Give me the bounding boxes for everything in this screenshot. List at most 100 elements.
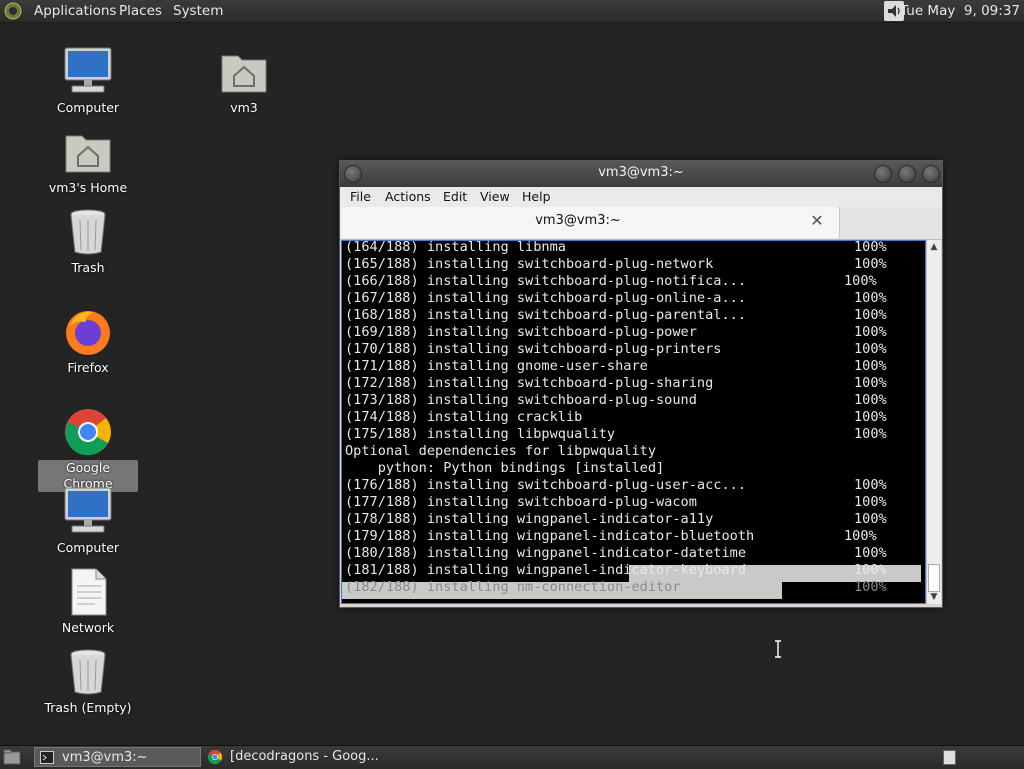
terminal-line: (175/188) installing libpwquality 100%: [345, 426, 887, 443]
window-titlebar[interactable]: vm3@vm3:~: [340, 161, 942, 187]
menu-applications[interactable]: Applications: [34, 2, 116, 20]
desktop-icon-label: Trash (Empty): [44, 700, 132, 715]
scrollbar-thumb[interactable]: [928, 564, 940, 592]
menu-file[interactable]: File: [350, 189, 371, 205]
show-desktop-icon[interactable]: [3, 749, 21, 765]
terminal-line-percent: 100%: [844, 528, 877, 544]
menu-view[interactable]: View: [480, 189, 510, 205]
menu-places[interactable]: Places: [119, 2, 162, 20]
desktop-icon-label: vm3's Home: [48, 180, 128, 195]
close-icon[interactable]: [922, 165, 940, 183]
terminal-line-text: Optional dependencies for libpwquality: [345, 443, 656, 459]
terminal-scrollbar[interactable]: ▲ ▼: [926, 240, 941, 604]
terminal-line-text: (166/188) installing switchboard-plug-no…: [345, 273, 747, 289]
terminal-line-text: (182/188) installing nm-connection-edito…: [345, 579, 681, 595]
bottom-panel: vm3@vm3:~ [decodragons - Goog...: [0, 745, 1024, 769]
task-chrome[interactable]: [decodragons - Goog...: [204, 747, 384, 767]
terminal-line: (169/188) installing switchboard-plug-po…: [345, 324, 887, 341]
terminal-line-percent: 100%: [854, 240, 887, 255]
desktop-icon-trash-empty[interactable]: Trash (Empty): [38, 646, 138, 716]
desktop-icon-label: Computer: [56, 540, 120, 555]
trash-icon: [70, 649, 106, 695]
terminal-line-text: (179/188) installing wingpanel-indicator…: [345, 528, 755, 544]
terminal-line-text: (165/188) installing switchboard-plug-ne…: [345, 256, 714, 272]
terminal-line-text: (180/188) installing wingpanel-indicator…: [345, 545, 747, 561]
chrome-icon: [65, 409, 111, 456]
terminal-icon: [40, 751, 54, 764]
terminal-line: (178/188) installing wingpanel-indicator…: [345, 511, 887, 528]
terminal-line-percent: 100%: [854, 375, 887, 391]
menu-actions[interactable]: Actions: [385, 189, 431, 205]
top-panel: Applications Places System Tue May 9, 09…: [0, 0, 1024, 23]
computer-icon: [64, 47, 112, 93]
terminal-line-percent: 100%: [854, 307, 887, 323]
terminal-line-text: (181/188) installing wingpanel-indicator…: [345, 562, 747, 578]
terminal-line-percent: 100%: [854, 545, 887, 561]
home-folder-icon: [221, 55, 267, 93]
terminal-line: (167/188) installing switchboard-plug-on…: [345, 290, 887, 307]
computer-icon: [64, 487, 112, 533]
scroll-down-icon[interactable]: ▼: [929, 592, 939, 602]
menu-help[interactable]: Help: [522, 189, 551, 205]
firefox-icon: [66, 311, 110, 355]
scroll-up-icon[interactable]: ▲: [929, 242, 939, 252]
terminal-line: (164/188) installing libnma 100%: [345, 241, 887, 256]
terminal-line: (168/188) installing switchboard-plug-pa…: [345, 307, 887, 324]
terminal-line-percent: 100%: [854, 324, 887, 340]
terminal-line: (171/188) installing gnome-user-share 100…: [345, 358, 887, 375]
tab-terminal[interactable]: vm3@vm3:~ ✕: [341, 207, 840, 238]
terminal-line: (174/188) installing cracklib 100%: [345, 409, 887, 426]
terminal-line: (176/188) installing switchboard-plug-us…: [345, 477, 887, 494]
desktop-icon-network[interactable]: Network: [38, 566, 138, 636]
terminal-line-percent: 100%: [854, 562, 887, 578]
window-menu-icon[interactable]: [344, 165, 362, 183]
terminal-line: (181/188) installing wingpanel-indicator…: [345, 562, 887, 579]
terminal-line-percent: 100%: [854, 358, 887, 374]
task-label: [decodragons - Goog...: [230, 749, 379, 764]
terminal-line-percent: 100%: [854, 426, 887, 442]
task-terminal[interactable]: vm3@vm3:~: [34, 747, 201, 767]
terminal-output[interactable]: (164/188) installing libnma 100% (165/188)…: [341, 240, 926, 604]
desktop-icon-home[interactable]: vm3's Home: [38, 126, 138, 196]
text-cursor-icon: [775, 640, 781, 658]
desktop-icon-label: Network: [61, 620, 115, 635]
terminal-line: (165/188) installing switchboard-plug-ne…: [345, 256, 887, 273]
terminal-line: python: Python bindings [installed]: [345, 460, 664, 477]
terminal-line-percent: 100%: [854, 477, 887, 493]
terminal-line: (166/188) installing switchboard-plug-no…: [345, 273, 877, 290]
terminal-window: vm3@vm3:~ File Actions Edit View Help vm…: [339, 160, 943, 608]
terminal-line: (180/188) installing wingpanel-indicator…: [345, 545, 887, 562]
desktop-icon-computer[interactable]: Computer: [38, 46, 138, 116]
desktop-icon-computer-2[interactable]: Computer: [38, 486, 138, 556]
desktop-icon-firefox[interactable]: Firefox: [38, 306, 138, 376]
menu-system[interactable]: System: [173, 2, 223, 20]
terminal-line-text: (175/188) installing libpwquality: [345, 426, 616, 442]
menu-edit[interactable]: Edit: [443, 189, 467, 205]
terminal-line-text: (169/188) installing switchboard-plug-po…: [345, 324, 697, 340]
terminal-line-text: (168/188) installing switchboard-plug-pa…: [345, 307, 747, 323]
tab-close-icon[interactable]: ✕: [809, 213, 825, 229]
desktop-icon-label: vm3: [230, 100, 258, 115]
maximize-icon[interactable]: [898, 165, 916, 183]
desktop-icon-vm3[interactable]: vm3: [194, 46, 294, 116]
terminal-line-text: python: Python bindings [installed]: [345, 460, 665, 476]
terminal-line: (173/188) installing switchboard-plug-so…: [345, 392, 887, 409]
terminal-line: (172/188) installing switchboard-plug-sh…: [345, 375, 887, 392]
terminal-line-text: (178/188) installing wingpanel-indicator…: [345, 511, 714, 527]
window-title: vm3@vm3:~: [598, 165, 684, 180]
desktop-icon-chrome[interactable]: Google Chrome: [38, 406, 138, 492]
workspace-switcher-icon[interactable]: [943, 750, 956, 765]
terminal-line-text: (173/188) installing switchboard-plug-so…: [345, 392, 697, 408]
terminal-line-text: (170/188) installing switchboard-plug-pr…: [345, 341, 722, 357]
clock[interactable]: Tue May 9, 09:37: [900, 2, 1020, 20]
gnome-foot-icon[interactable]: [4, 2, 22, 20]
terminal-line: Optional dependencies for libpwquality: [345, 443, 656, 460]
terminal-line: (177/188) installing switchboard-plug-wa…: [345, 494, 887, 511]
document-icon: [71, 568, 107, 616]
desktop-icon-trash[interactable]: Trash: [38, 206, 138, 276]
terminal-line-text: (167/188) installing switchboard-plug-on…: [345, 290, 747, 306]
desktop-icon-label: Firefox: [67, 360, 109, 375]
desktop-icon-label: Computer: [56, 100, 120, 115]
minimize-icon[interactable]: [874, 165, 892, 183]
terminal-line-percent: 100%: [854, 290, 887, 306]
